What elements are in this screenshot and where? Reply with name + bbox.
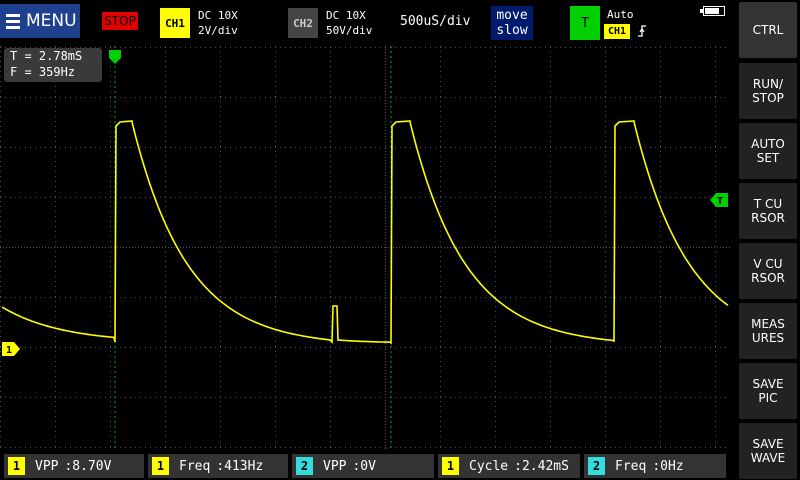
top-status-bar: MENU STOP CH1 DC 10X 2V/div CH2 DC 10X 5… [0, 0, 736, 46]
ch1-settings[interactable]: DC 10X 2V/div [198, 8, 238, 38]
measurement-label: VPP [35, 458, 59, 474]
ch2-tag[interactable]: CH2 [288, 8, 318, 38]
measurement-label: Freq [179, 458, 211, 474]
measurement-ch2-freq[interactable]: 2 Freq :0Hz [584, 454, 726, 478]
move-speed-toggle[interactable]: move slow [491, 6, 533, 40]
control-sidebar: CTRL RUN/ STOP AUTO SET T CU RSOR V CU R… [736, 0, 800, 480]
battery-icon [700, 6, 725, 16]
measurement-label: Cycle [469, 458, 509, 474]
move-label: move [496, 8, 528, 23]
measurement-value: :0V [352, 458, 376, 474]
ch2-coupling: DC 10X [326, 9, 366, 22]
measurement-ch1-vpp[interactable]: 1 VPP :8.70V [4, 454, 144, 478]
measurement-ch1-freq[interactable]: 1 Freq :413Hz [148, 454, 288, 478]
ch1-scale: 2V/div [198, 24, 238, 37]
frequency-readout: F = 359Hz [10, 65, 76, 79]
measurement-value: :0Hz [652, 458, 684, 474]
trigger-source[interactable]: CH1 [604, 24, 630, 39]
ctrl-button[interactable]: CTRL [739, 2, 797, 58]
measurement-label: Freq [615, 458, 647, 474]
channel-tag: 1 [442, 457, 459, 475]
measurement-ch1-cycle[interactable]: 1 Cycle :2.42mS [438, 454, 580, 478]
run-stop-button[interactable]: RUN/ STOP [739, 63, 797, 119]
measurement-value: :2.42mS [514, 458, 569, 474]
channel-tag: 2 [296, 457, 313, 475]
rising-edge-icon [638, 25, 646, 37]
voltage-cursor-button[interactable]: V CU RSOR [739, 243, 797, 299]
time-cursor-button[interactable]: T CU RSOR [739, 183, 797, 239]
measurement-value: :8.70V [64, 458, 112, 474]
measurement-ch2-vpp[interactable]: 2 VPP :0V [292, 454, 434, 478]
period-readout: T = 2.78mS [10, 49, 83, 63]
waveform-display[interactable]: 1 T [0, 46, 730, 450]
hamburger-icon [6, 13, 20, 29]
ch1-tag[interactable]: CH1 [160, 8, 190, 38]
auto-set-button[interactable]: AUTO SET [739, 123, 797, 179]
ch2-scale: 50V/div [326, 24, 373, 37]
measures-button[interactable]: MEAS URES [739, 303, 797, 359]
save-pic-button[interactable]: SAVE PIC [739, 363, 797, 419]
ch2-settings[interactable]: DC 10X 50V/div [326, 8, 372, 38]
trigger-marker-label: T [717, 196, 723, 207]
channel-tag: 1 [152, 457, 169, 475]
run-state-badge[interactable]: STOP [102, 12, 138, 30]
channel-tag: 2 [588, 457, 605, 475]
move-speed-label: slow [496, 23, 528, 38]
timebase-readout[interactable]: 500uS/div [400, 14, 470, 29]
trigger-tag[interactable]: T [570, 6, 600, 40]
save-wave-button[interactable]: SAVE WAVE [739, 423, 797, 479]
menu-button[interactable]: MENU [0, 4, 80, 38]
channel-tag: 1 [8, 457, 25, 475]
menu-label: MENU [26, 11, 77, 31]
ch1-coupling: DC 10X [198, 9, 238, 22]
measurement-value: :413Hz [216, 458, 264, 474]
ch1-marker-label: 1 [6, 345, 12, 356]
measurement-bar: 1 VPP :8.70V 1 Freq :413Hz 2 VPP :0V 1 C… [0, 452, 736, 480]
measurement-label: VPP [323, 458, 347, 474]
cursor-readout: T = 2.78mS F = 359Hz [4, 48, 102, 82]
trigger-mode[interactable]: Auto [607, 8, 634, 21]
